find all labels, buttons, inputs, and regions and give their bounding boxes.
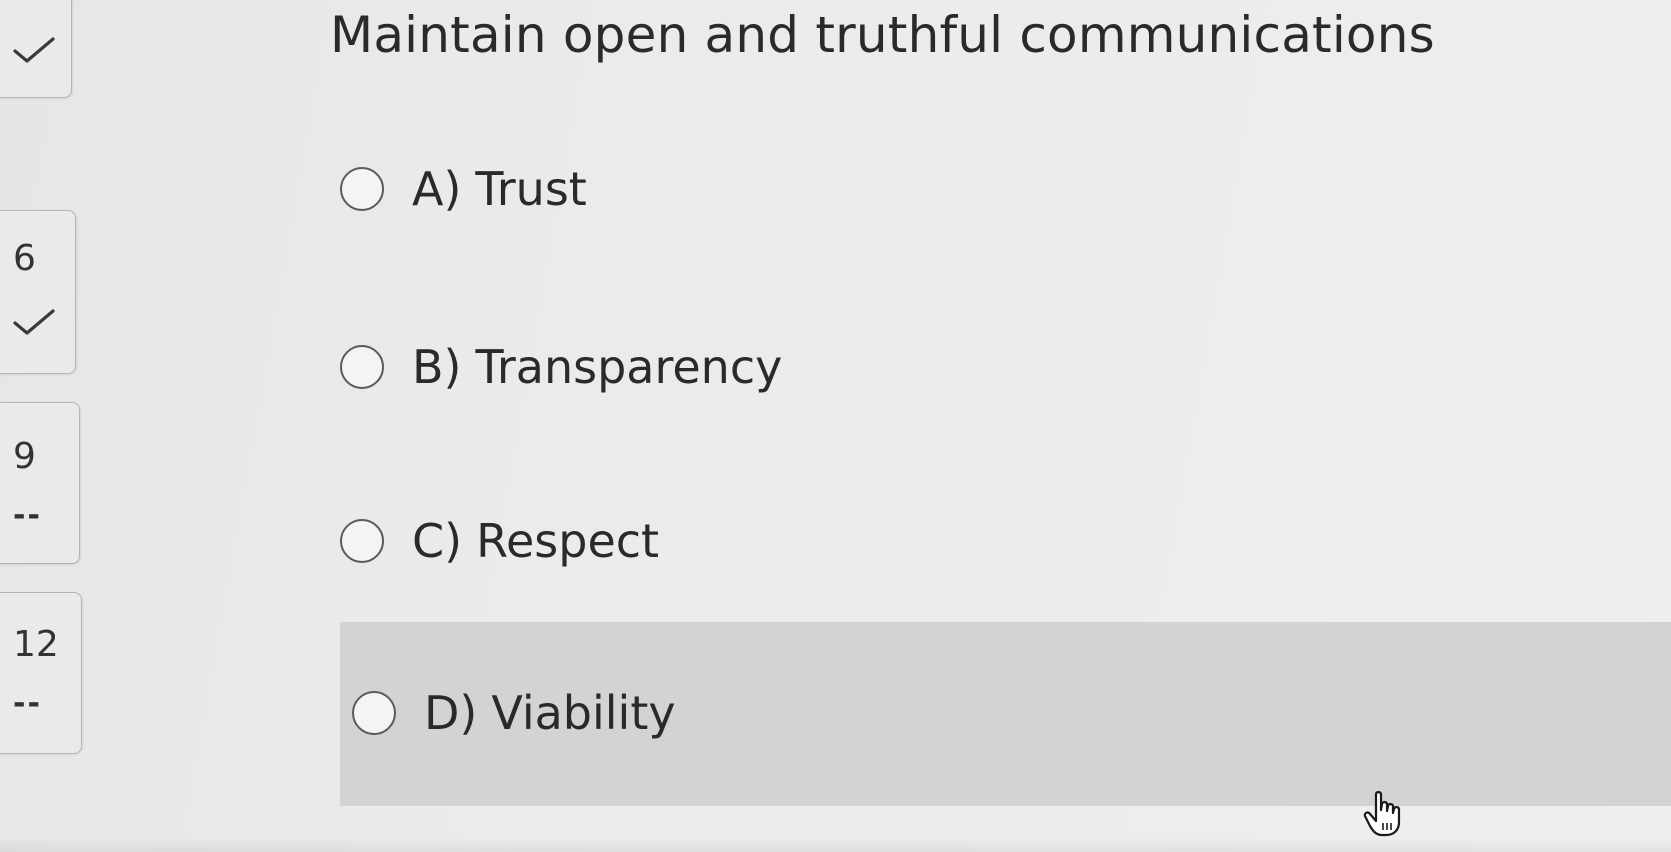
hand-pointer-icon <box>1363 791 1401 837</box>
option-text: Transparency <box>475 340 783 394</box>
option-text: Viability <box>491 686 676 740</box>
question-nav-status: -- <box>13 686 42 721</box>
radio-button[interactable] <box>340 345 384 389</box>
question-nav-item-9[interactable]: 9 -- <box>0 402 80 564</box>
answer-option-a[interactable]: A) Trust <box>340 162 587 216</box>
answer-option-b[interactable]: B) Transparency <box>340 340 782 394</box>
option-text: Respect <box>476 514 660 568</box>
question-nav-item-6[interactable]: 6 <box>0 210 76 374</box>
radio-button[interactable] <box>340 167 384 211</box>
answer-option-c[interactable]: C) Respect <box>340 514 659 568</box>
check-icon <box>13 309 55 335</box>
question-nav-item-previous[interactable] <box>0 0 72 98</box>
option-text: Trust <box>475 162 587 216</box>
screen-edge-shadow <box>0 838 1671 852</box>
question-nav-number: 12 <box>13 624 59 665</box>
radio-button[interactable] <box>352 691 396 735</box>
option-letter: D) <box>424 686 478 740</box>
question-nav-number: 9 <box>13 436 36 477</box>
option-letter: C) <box>412 514 463 568</box>
question-title: Maintain open and truthful communication… <box>330 6 1435 64</box>
question-nav-item-12[interactable]: 12 -- <box>0 592 82 754</box>
option-letter: B) <box>412 340 462 394</box>
answer-option-d[interactable]: D) Viability <box>352 686 676 740</box>
option-letter: A) <box>412 162 462 216</box>
check-icon <box>13 37 55 63</box>
question-nav-number: 6 <box>13 238 36 279</box>
radio-button[interactable] <box>340 519 384 563</box>
question-nav-status: -- <box>13 498 42 533</box>
